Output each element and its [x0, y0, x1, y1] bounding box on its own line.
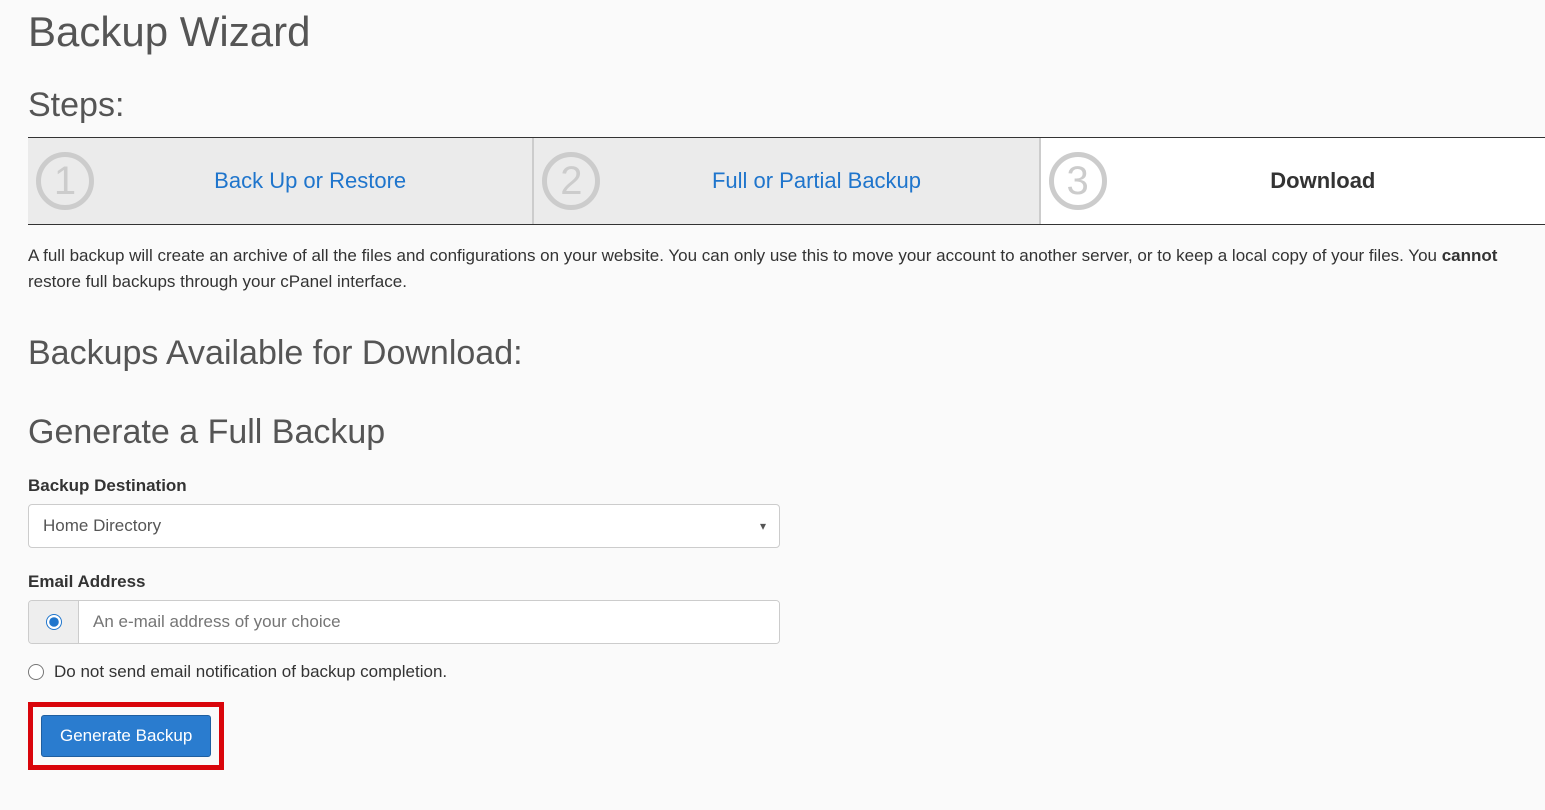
email-input-group: [28, 600, 780, 644]
step-label-3: Download: [1270, 168, 1375, 194]
email-field[interactable]: [79, 601, 779, 643]
description-part2: restore full backups through your cPanel…: [28, 272, 407, 291]
page-title: Backup Wizard: [28, 8, 1545, 56]
step-number-1: 1: [36, 152, 94, 210]
description-strong: cannot: [1442, 246, 1498, 265]
step-label-1: Back Up or Restore: [214, 168, 406, 194]
generate-backup-button[interactable]: Generate Backup: [41, 715, 211, 757]
destination-value: Home Directory: [43, 516, 161, 536]
available-heading: Backups Available for Download:: [28, 334, 1545, 373]
highlight-box: Generate Backup: [28, 702, 224, 770]
step-number-2: 2: [542, 152, 600, 210]
email-radio-cell: [29, 601, 79, 643]
destination-label: Backup Destination: [28, 476, 1545, 496]
step-label-2: Full or Partial Backup: [712, 168, 921, 194]
step-download[interactable]: 3 Download: [1041, 138, 1545, 224]
no-email-option: Do not send email notification of backup…: [28, 662, 1545, 682]
chevron-down-icon: ▾: [760, 519, 766, 533]
destination-select[interactable]: Home Directory ▾: [28, 504, 780, 548]
steps-row: 1 Back Up or Restore 2 Full or Partial B…: [28, 137, 1545, 225]
description-text: A full backup will create an archive of …: [28, 243, 1545, 294]
email-label: Email Address: [28, 572, 1545, 592]
no-email-label: Do not send email notification of backup…: [54, 662, 447, 682]
steps-heading: Steps:: [28, 86, 1545, 125]
step-full-partial[interactable]: 2 Full or Partial Backup: [534, 138, 1040, 224]
email-radio-none[interactable]: [28, 664, 44, 680]
description-part1: A full backup will create an archive of …: [28, 246, 1442, 265]
email-radio-send[interactable]: [46, 614, 62, 630]
generate-heading: Generate a Full Backup: [28, 413, 1545, 452]
step-number-3: 3: [1049, 152, 1107, 210]
step-backup-restore[interactable]: 1 Back Up or Restore: [28, 138, 534, 224]
